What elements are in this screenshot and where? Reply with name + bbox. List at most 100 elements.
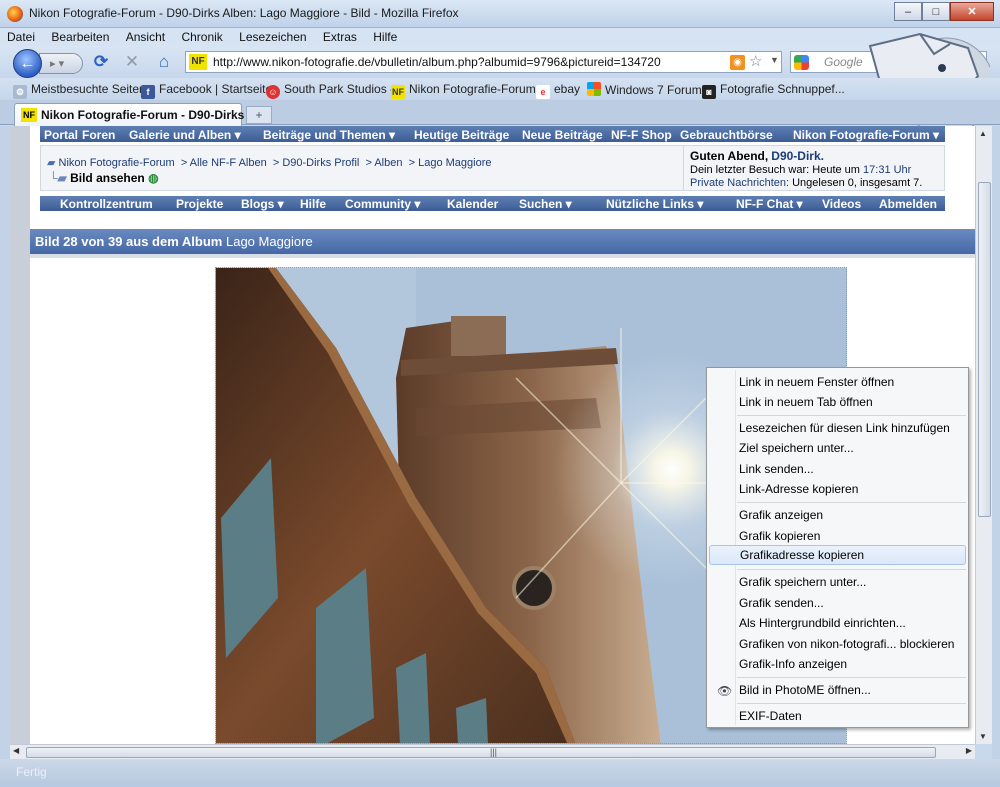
home-button[interactable]: ⌂ bbox=[154, 52, 174, 72]
url-history-dropdown-icon[interactable]: ▼ bbox=[770, 55, 779, 65]
close-button[interactable]: ✕ bbox=[950, 2, 994, 21]
window-titlebar: Nikon Fotografie-Forum - D90-Dirks Alben… bbox=[0, 0, 1000, 28]
menu-item-add-bookmark[interactable]: Lesezeichen für diesen Link hinzufügen bbox=[709, 418, 966, 438]
camera-icon: ◙ bbox=[702, 85, 716, 99]
menu-item-save-target[interactable]: Ziel speichern unter... bbox=[709, 438, 966, 458]
menu-item-block-images[interactable]: Grafiken von nikon-fotografi... blockier… bbox=[709, 634, 966, 654]
menu-item-view-image[interactable]: Grafik anzeigen bbox=[709, 505, 966, 525]
scroll-down-icon[interactable]: ▼ bbox=[979, 732, 987, 741]
bookmark-facebook[interactable]: f Facebook | Startseite bbox=[141, 82, 272, 99]
menu-separator bbox=[737, 703, 966, 704]
breadcrumb-trail: ▰ Nikon Fotografie-Forum > Alle NF-F Alb… bbox=[47, 156, 491, 169]
crumb-alle-alben[interactable]: > Alle NF-F Alben bbox=[181, 157, 267, 169]
menu-item-image-info[interactable]: Grafik-Info anzeigen bbox=[709, 654, 966, 674]
menu-chronik[interactable]: Chronik bbox=[174, 28, 228, 44]
nav-nuetzliche-links[interactable]: Nützliche Links ▾ bbox=[606, 197, 703, 211]
bookmark-fotografie[interactable]: ◙ Fotografie Schnuppef... bbox=[702, 82, 845, 99]
nav-videos[interactable]: Videos bbox=[822, 197, 861, 211]
horizontal-scrollbar[interactable]: ◀ ||| ▶ bbox=[10, 744, 975, 759]
menu-item-save-image[interactable]: Grafik speichern unter... bbox=[709, 572, 966, 592]
nav-galerie[interactable]: Galerie und Alben ▾ bbox=[129, 128, 241, 142]
folder-open-icon: └▰ bbox=[49, 171, 67, 185]
status-bar: Fertig bbox=[0, 759, 1000, 787]
reload-globe-icon[interactable]: ◍ bbox=[148, 171, 158, 185]
nav-projekte[interactable]: Projekte bbox=[176, 197, 223, 211]
nav-suchen[interactable]: Suchen ▾ bbox=[519, 197, 572, 211]
scroll-grip-icon: ||| bbox=[490, 747, 498, 757]
site-identity-icon[interactable]: NF bbox=[189, 54, 207, 70]
status-text: Fertig bbox=[16, 765, 47, 779]
menu-ansicht[interactable]: Ansicht bbox=[119, 28, 171, 44]
rss-feed-icon[interactable]: ◉ bbox=[730, 55, 745, 70]
menu-hilfe[interactable]: Hilfe bbox=[366, 28, 403, 44]
nav-abmelden[interactable]: Abmelden bbox=[879, 197, 937, 211]
forum-top-nav: Portal Foren Galerie und Alben ▾ Beiträg… bbox=[40, 126, 945, 142]
username-link[interactable]: D90-Dirk. bbox=[771, 149, 824, 163]
crumb-profil[interactable]: > D90-Dirks Profil bbox=[273, 157, 360, 169]
bookmark-ebay[interactable]: e ebay bbox=[536, 82, 580, 99]
stop-button[interactable]: ✕ bbox=[122, 52, 142, 72]
nav-kontrollzentrum[interactable]: Kontrollzentrum bbox=[60, 197, 153, 211]
nav-nf-forum[interactable]: Nikon Fotografie-Forum ▾ bbox=[793, 128, 939, 142]
menu-item-copy-image-address[interactable]: Grafikadresse kopieren bbox=[709, 545, 966, 565]
tab-active[interactable]: NF Nikon Fotografie-Forum - D90-Dirks ..… bbox=[14, 103, 258, 126]
new-tab-button[interactable]: + bbox=[246, 106, 272, 124]
menu-item-send-link[interactable]: Link senden... bbox=[709, 459, 966, 479]
bookmark-meistbesuchte[interactable]: ⚙ Meistbesuchte Seiten bbox=[13, 82, 146, 99]
menu-item-send-image[interactable]: Grafik senden... bbox=[709, 593, 966, 613]
nav-portal[interactable]: Portal bbox=[44, 128, 78, 142]
maximize-button[interactable]: □ bbox=[922, 2, 950, 21]
minimize-button[interactable]: – bbox=[894, 2, 922, 21]
nav-hilfe[interactable]: Hilfe bbox=[300, 197, 326, 211]
horizontal-scroll-thumb[interactable]: ||| bbox=[26, 747, 936, 758]
folder-icon: ▰ bbox=[47, 157, 56, 169]
menu-item-exif-data[interactable]: EXIF-Daten bbox=[709, 706, 966, 726]
nav-shop[interactable]: NF-F Shop bbox=[611, 128, 672, 142]
nav-foren[interactable]: Foren bbox=[82, 128, 115, 142]
crumb-lago-maggiore[interactable]: > Lago Maggiore bbox=[409, 157, 492, 169]
menu-separator bbox=[737, 415, 966, 416]
scroll-up-icon[interactable]: ▲ bbox=[979, 129, 987, 138]
nav-kalender[interactable]: Kalender bbox=[447, 197, 498, 211]
back-forward-group: ▸ ▾ ← bbox=[13, 49, 83, 78]
back-button[interactable]: ← bbox=[13, 49, 42, 78]
nav-heutige[interactable]: Heutige Beiträge bbox=[414, 128, 509, 142]
menu-extras[interactable]: Extras bbox=[316, 28, 363, 44]
vertical-scrollbar[interactable]: ▲ ▼ bbox=[975, 126, 992, 744]
menu-item-open-new-tab[interactable]: Link in neuem Tab öffnen bbox=[709, 392, 966, 412]
menu-item-open-new-window[interactable]: Link in neuem Fenster öffnen bbox=[709, 372, 966, 392]
menu-item-copy-link[interactable]: Link-Adresse kopieren bbox=[709, 479, 966, 499]
crumb-forum[interactable]: Nikon Fotografie-Forum bbox=[59, 157, 175, 169]
menu-datei[interactable]: Datei bbox=[0, 28, 41, 44]
vertical-scroll-thumb[interactable] bbox=[978, 182, 991, 517]
menu-item-set-background[interactable]: Als Hintergrundbild einrichten... bbox=[709, 613, 966, 633]
menu-item-open-photome[interactable]: 👁 Bild in PhotoME öffnen... bbox=[709, 680, 966, 700]
nav-beitraege[interactable]: Beiträge und Themen ▾ bbox=[263, 128, 395, 142]
scroll-left-icon[interactable]: ◀ bbox=[13, 746, 19, 755]
menu-lesezeichen[interactable]: Lesezeichen bbox=[232, 28, 312, 44]
menu-item-copy-image[interactable]: Grafik kopieren bbox=[709, 526, 966, 546]
private-messages-link[interactable]: Private Nachrichten: bbox=[690, 177, 789, 189]
scroll-right-icon[interactable]: ▶ bbox=[966, 746, 972, 755]
window-title: Nikon Fotografie-Forum - D90-Dirks Alben… bbox=[29, 6, 459, 20]
url-bar[interactable]: NF http://www.nikon-fotografie.de/vbulle… bbox=[185, 51, 782, 73]
nav-chat[interactable]: NF-F Chat ▾ bbox=[736, 197, 803, 211]
album-heading: Bild 28 von 39 aus dem Album Lago Maggio… bbox=[30, 229, 975, 254]
bookmark-nf-forum[interactable]: NF Nikon Fotografie-Forum bbox=[391, 82, 536, 99]
crumb-alben[interactable]: > Alben bbox=[365, 157, 402, 169]
reload-button[interactable]: ⟳ bbox=[91, 52, 111, 72]
forward-button[interactable]: ▸ ▾ bbox=[39, 53, 83, 74]
nav-blogs[interactable]: Blogs ▾ bbox=[241, 197, 284, 211]
nav-community[interactable]: Community ▾ bbox=[345, 197, 420, 211]
bookmark-southpark[interactable]: ☺ South Park Studios - bbox=[266, 82, 394, 99]
southpark-icon: ☺ bbox=[266, 85, 280, 99]
nav-gebraucht[interactable]: Gebrauchtbörse bbox=[680, 128, 773, 142]
nav-neue[interactable]: Neue Beiträge bbox=[522, 128, 603, 142]
bookmark-star-icon[interactable]: ☆ bbox=[749, 52, 762, 70]
menu-bearbeiten[interactable]: Bearbeiten bbox=[44, 28, 115, 44]
menu-separator bbox=[737, 502, 966, 503]
url-text[interactable]: http://www.nikon-fotografie.de/vbulletin… bbox=[213, 55, 661, 69]
bookmark-windows7[interactable]: Windows 7 Forum bbox=[587, 82, 702, 97]
album-name-link[interactable]: Lago Maggiore bbox=[226, 234, 313, 249]
google-engine-icon[interactable] bbox=[794, 55, 809, 70]
